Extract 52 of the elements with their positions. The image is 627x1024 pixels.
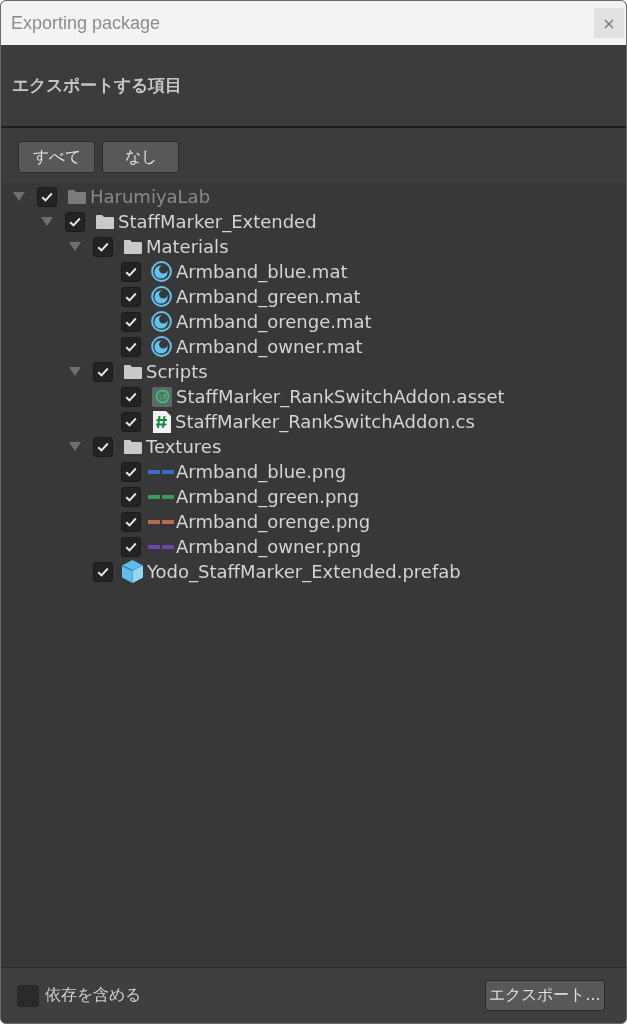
select-button[interactable]: なし (102, 141, 179, 173)
material-sphere-icon (151, 336, 172, 357)
window-title: Exporting package (11, 12, 161, 34)
file-name: StaffMarker_RankSwitchAddon.asset (176, 386, 505, 407)
file-name: StaffMarker_Extended (118, 211, 317, 232)
checkmark-icon (41, 191, 53, 202)
folder-icon (96, 214, 114, 229)
checkmark-icon (125, 516, 137, 527)
checkmark-icon (125, 466, 137, 477)
close-button[interactable]: × (594, 8, 624, 38)
folder-icon (124, 364, 142, 379)
checkmark-icon (125, 316, 137, 327)
checkmark-icon (125, 391, 137, 402)
file-name: Armband_owner.png (176, 536, 362, 557)
file-name: Armband_blue.png (176, 461, 347, 482)
folder-icon (124, 439, 142, 454)
material-sphere-icon (151, 286, 172, 307)
file-name: Materials (146, 236, 229, 257)
cube-icon (122, 560, 143, 583)
export-button[interactable]: エクスポート... (485, 980, 605, 1011)
section-heading: エクスポートする項目 (12, 74, 182, 97)
checkmark-icon (125, 266, 137, 277)
checkbox-label: 依存を含める (45, 985, 141, 1006)
folder-icon (124, 239, 142, 254)
checkmark-icon (97, 366, 109, 377)
file-name: HarumiyaLab (90, 186, 211, 207)
select-button[interactable]: すべて (18, 141, 95, 173)
file-name: StaffMarker_RankSwitchAddon.cs (175, 411, 475, 432)
file-name: Armband_orenge.mat (176, 311, 372, 332)
asset-badge-icon (152, 386, 172, 407)
checkbox[interactable] (17, 984, 39, 1007)
file-name: Armband_green.png (176, 486, 360, 507)
checkmark-icon (69, 216, 81, 227)
file-name: Scripts (146, 361, 208, 382)
file-name: Armband_orenge.png (176, 511, 371, 532)
file-name: Armband_blue.mat (176, 261, 348, 282)
material-sphere-icon (151, 261, 172, 282)
file-name: Armband_owner.mat (176, 336, 363, 357)
checkmark-icon (97, 441, 109, 452)
folder-icon (68, 189, 86, 204)
checkmark-icon (97, 241, 109, 252)
material-sphere-icon (151, 311, 172, 332)
file-name: Armband_green.mat (176, 286, 361, 307)
script-file-icon (153, 410, 171, 433)
file-name: Textures (146, 436, 222, 457)
checkmark-icon (125, 541, 137, 552)
checkmark-icon (125, 491, 137, 502)
checkmark-icon (125, 341, 137, 352)
file-name: Yodo_StaffMarker_Extended.prefab (147, 561, 461, 582)
checkmark-icon (125, 291, 137, 302)
checkmark-icon (125, 416, 137, 427)
checkmark-icon (97, 566, 109, 577)
